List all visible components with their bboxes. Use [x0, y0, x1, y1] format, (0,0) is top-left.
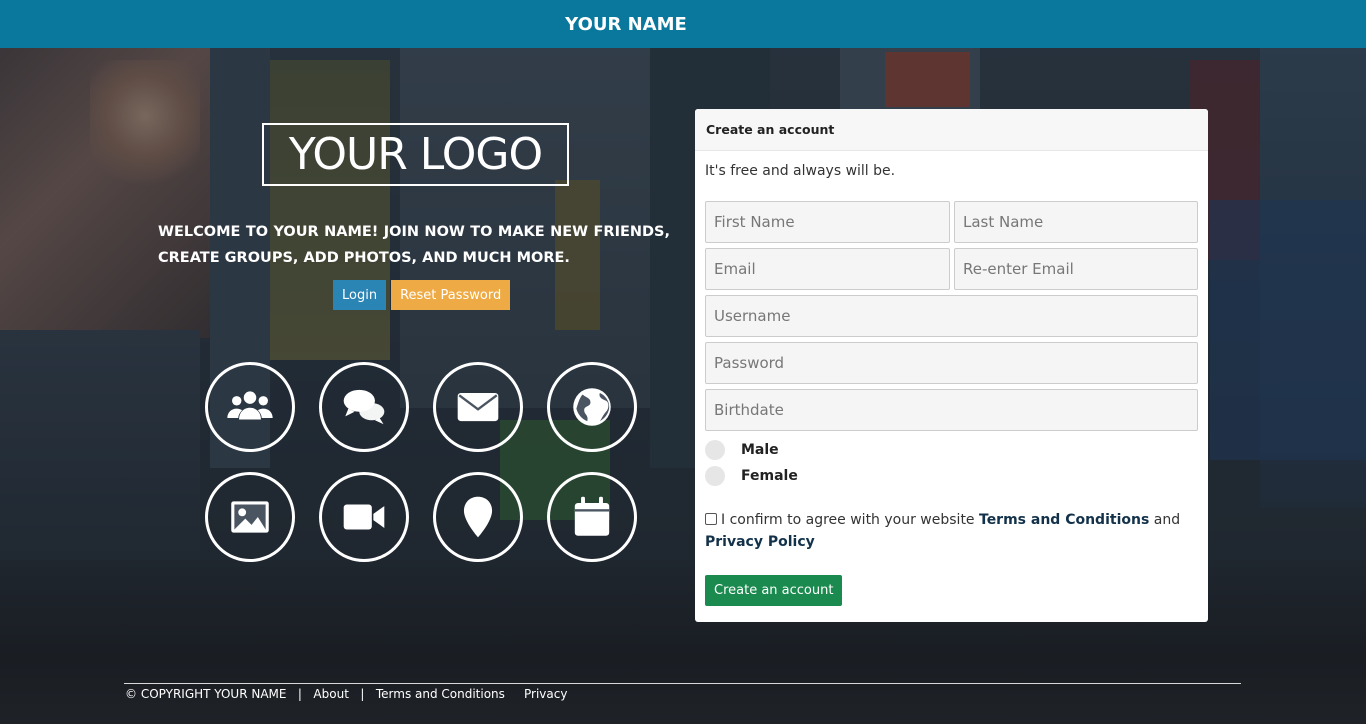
email-input[interactable]: [705, 248, 950, 290]
agree-and-text: and: [1153, 512, 1181, 528]
login-button[interactable]: Login: [333, 280, 387, 310]
birthdate-input[interactable]: [705, 389, 1198, 431]
logo: YOUR LOGO: [262, 123, 569, 186]
card-subtitle: It's free and always will be.: [705, 163, 896, 179]
footer-divider: [124, 683, 1241, 684]
top-header-bar: YOUR NAME: [0, 0, 1366, 48]
card-title: Create an account: [695, 109, 1208, 151]
password-input[interactable]: [705, 342, 1198, 384]
male-radio[interactable]: [705, 440, 725, 460]
terms-agreement: I confirm to agree with your website Ter…: [705, 509, 1185, 553]
last-name-input[interactable]: [954, 201, 1198, 243]
terms-link[interactable]: Terms and Conditions: [979, 512, 1149, 528]
reenter-email-input[interactable]: [954, 248, 1198, 290]
copyright-text: © COPYRIGHT YOUR NAME: [125, 687, 287, 701]
chat-icon: [319, 362, 409, 452]
footer-about-link[interactable]: About: [313, 687, 348, 701]
male-label: Male: [741, 442, 779, 458]
mail-icon: [433, 362, 523, 452]
calendar-icon: [547, 472, 637, 562]
site-title: YOUR NAME: [565, 13, 687, 35]
globe-icon: [547, 362, 637, 452]
privacy-policy-link[interactable]: Privacy Policy: [705, 534, 815, 550]
welcome-text: WELCOME TO YOUR NAME! JOIN NOW TO MAKE N…: [158, 224, 670, 266]
hero-buttons: Login Reset Password: [333, 280, 511, 310]
username-input[interactable]: [705, 295, 1198, 337]
logo-text: YOUR LOGO: [288, 129, 543, 180]
footer: © COPYRIGHT YOUR NAME | About | Terms an…: [125, 687, 567, 701]
location-icon: [433, 472, 523, 562]
users-icon: [205, 362, 295, 452]
female-radio[interactable]: [705, 466, 725, 486]
image-icon: [205, 472, 295, 562]
agree-checkbox[interactable]: [705, 513, 717, 525]
agree-text: I confirm to agree with your website: [721, 512, 975, 528]
gender-male-option[interactable]: Male: [705, 440, 779, 460]
first-name-input[interactable]: [705, 201, 950, 243]
video-icon: [319, 472, 409, 562]
signup-card: Create an account It's free and always w…: [695, 109, 1208, 622]
female-label: Female: [741, 468, 798, 484]
create-account-button[interactable]: Create an account: [705, 575, 843, 606]
reset-password-button[interactable]: Reset Password: [391, 280, 511, 310]
footer-terms-link[interactable]: Terms and Conditions: [376, 687, 505, 701]
footer-privacy-link[interactable]: Privacy: [524, 687, 567, 701]
gender-female-option[interactable]: Female: [705, 466, 798, 486]
